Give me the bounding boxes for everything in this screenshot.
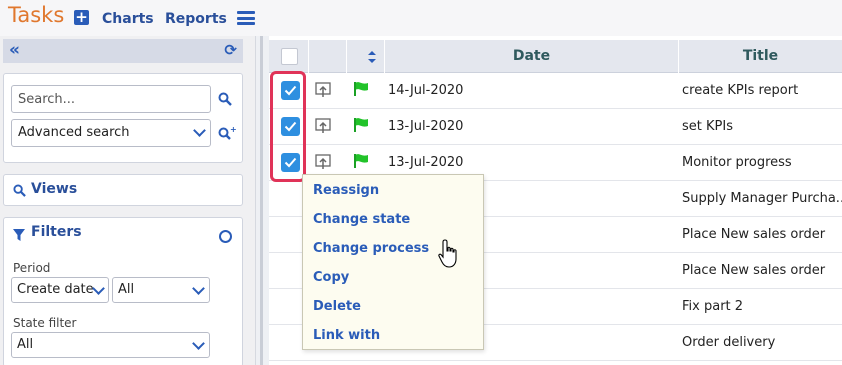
advanced-search-label: Advanced search bbox=[18, 125, 130, 140]
period-value-select[interactable]: All bbox=[112, 277, 210, 303]
state-filter-label: State filter bbox=[13, 316, 77, 330]
views-panel[interactable]: Views bbox=[3, 174, 243, 206]
title-cell[interactable]: Place New sales order bbox=[682, 263, 825, 278]
select-all-checkbox[interactable] bbox=[281, 48, 298, 65]
title-cell[interactable]: Order delivery bbox=[682, 335, 775, 350]
move-task-icon[interactable] bbox=[315, 154, 331, 170]
funnel-icon bbox=[13, 229, 25, 241]
search-icon bbox=[13, 184, 26, 197]
filter-status-icon[interactable] bbox=[219, 230, 232, 243]
state-filter-value: All bbox=[17, 337, 34, 352]
advanced-search-select[interactable]: Advanced search bbox=[11, 119, 211, 147]
period-label: Period bbox=[13, 261, 51, 275]
title-cell[interactable]: create KPIs report bbox=[682, 83, 798, 98]
column-header-title[interactable]: Title bbox=[679, 40, 842, 73]
chevron-down-icon bbox=[92, 282, 105, 295]
menu-item-copy[interactable]: Copy bbox=[313, 270, 349, 285]
search-icon[interactable] bbox=[218, 92, 232, 106]
period-field-select[interactable]: Create date bbox=[11, 277, 109, 303]
column-header-date[interactable]: Date bbox=[385, 40, 679, 73]
sort-icon[interactable] bbox=[367, 49, 377, 65]
grid-header: Date Title bbox=[269, 40, 842, 73]
state-filter-select[interactable]: All bbox=[11, 332, 210, 358]
sidebar: « ⟳ Advanced search + Views Filters bbox=[0, 36, 255, 365]
filters-panel: Filters Period Create date All State fil… bbox=[3, 217, 243, 365]
flag-icon[interactable] bbox=[353, 153, 371, 169]
nav-charts[interactable]: Charts bbox=[102, 11, 154, 27]
move-task-icon[interactable] bbox=[315, 118, 331, 134]
views-label: Views bbox=[31, 181, 78, 197]
chevron-down-icon bbox=[193, 124, 206, 137]
search-panel: Advanced search + bbox=[3, 73, 243, 163]
menu-item-link-with[interactable]: Link with bbox=[313, 328, 380, 343]
title-cell[interactable]: Place New sales order bbox=[682, 227, 825, 242]
select-all-cell bbox=[269, 40, 309, 73]
title-cell[interactable]: Monitor progress bbox=[682, 155, 792, 170]
search-input[interactable] bbox=[11, 85, 211, 113]
flag-icon[interactable] bbox=[353, 81, 371, 97]
date-cell: 14-Jul-2020 bbox=[388, 83, 464, 98]
chevron-down-icon bbox=[192, 337, 205, 350]
period-field-value: Create date bbox=[17, 282, 94, 297]
collapse-sidebar-icon[interactable]: « bbox=[9, 40, 20, 60]
table-row[interactable]: 13-Jul-2020 set KPIs bbox=[269, 109, 842, 145]
title-cell[interactable]: Fix part 2 bbox=[682, 299, 743, 314]
menu-item-delete[interactable]: Delete bbox=[313, 299, 361, 314]
svg-text:+: + bbox=[230, 126, 236, 134]
header-flag-cell[interactable] bbox=[347, 40, 385, 73]
date-cell: 13-Jul-2020 bbox=[388, 119, 464, 134]
table-row[interactable]: 14-Jul-2020 create KPIs report bbox=[269, 73, 842, 109]
advanced-search-icon[interactable]: + bbox=[218, 126, 236, 140]
top-bar: Tasks + Charts Reports bbox=[0, 0, 842, 36]
hand-cursor-icon bbox=[438, 239, 457, 268]
refresh-icon[interactable]: ⟳ bbox=[224, 41, 237, 59]
hamburger-menu-icon[interactable] bbox=[237, 11, 255, 25]
add-task-button[interactable]: + bbox=[74, 10, 89, 25]
menu-item-reassign[interactable]: Reassign bbox=[313, 183, 379, 198]
header-move-cell bbox=[309, 40, 347, 73]
period-value: All bbox=[118, 282, 135, 297]
filters-title: Filters bbox=[31, 224, 82, 240]
nav-reports[interactable]: Reports bbox=[165, 11, 227, 27]
title-cell[interactable]: set KPIs bbox=[682, 119, 733, 134]
title-cell[interactable]: Supply Manager Purcha... bbox=[682, 191, 842, 206]
sidebar-header: « ⟳ bbox=[3, 39, 243, 63]
date-cell: 13-Jul-2020 bbox=[388, 155, 464, 170]
menu-item-change-state[interactable]: Change state bbox=[313, 212, 410, 227]
flag-icon[interactable] bbox=[353, 117, 371, 133]
app-title: Tasks bbox=[8, 3, 65, 27]
move-task-icon[interactable] bbox=[315, 82, 331, 98]
chevron-down-icon bbox=[192, 282, 205, 295]
sidebar-splitter[interactable] bbox=[255, 36, 269, 365]
selection-highlight bbox=[270, 71, 306, 182]
menu-item-change-process[interactable]: Change process bbox=[313, 241, 429, 256]
